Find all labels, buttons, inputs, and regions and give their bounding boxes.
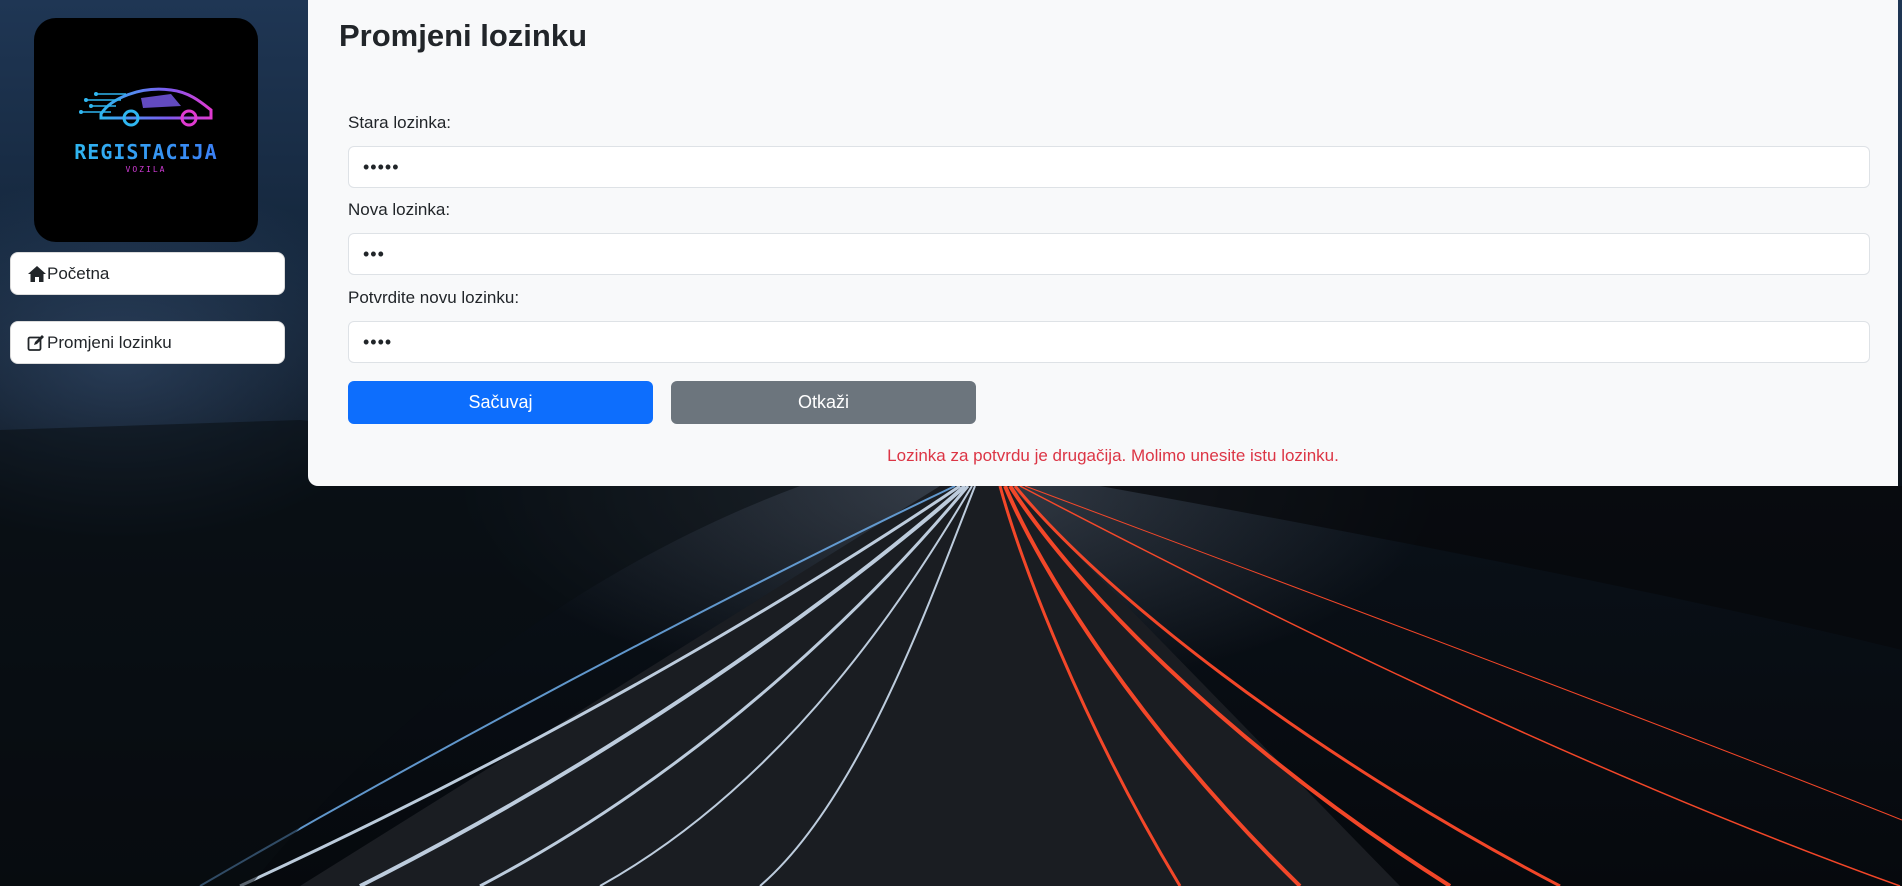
old-password-input[interactable]: ••••• <box>348 146 1870 188</box>
save-button[interactable]: Sačuvaj <box>348 381 653 424</box>
logo-subtitle: VOZILA <box>125 165 167 174</box>
cancel-button[interactable]: Otkaži <box>671 381 976 424</box>
new-password-label: Nova lozinka: <box>348 200 451 219</box>
car-circuit-logo-icon <box>79 87 213 127</box>
confirm-password-input[interactable]: •••• <box>348 321 1870 363</box>
old-password-label: Stara lozinka: <box>348 113 451 132</box>
sidebar-item-label: Početna <box>47 263 110 283</box>
home-icon <box>27 264 47 284</box>
sidebar-item-change-password[interactable]: Promjeni lozinku <box>10 321 285 364</box>
new-password-input[interactable]: ••• <box>348 233 1870 275</box>
sidebar-item-label: Promjeni lozinku <box>47 332 172 352</box>
change-password-panel: Promjeni lozinku Stara lozinka: ••••• No… <box>308 0 1898 486</box>
confirm-password-label: Potvrdite novu lozinku: <box>348 288 520 307</box>
page-title: Promjeni lozinku <box>339 18 588 53</box>
logo-title: REGISTACIJA <box>74 140 218 164</box>
sidebar-item-home[interactable]: Početna <box>10 252 285 295</box>
app-logo: REGISTACIJA VOZILA <box>34 18 258 242</box>
error-message: Lozinka za potvrdu je drugačija. Molimo … <box>887 446 1339 465</box>
edit-icon <box>27 333 47 353</box>
